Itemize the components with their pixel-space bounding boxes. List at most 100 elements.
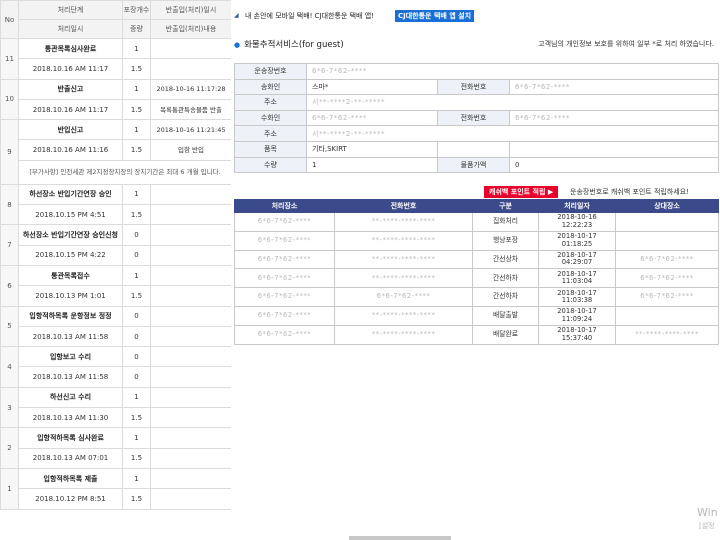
customs-history-table: No 처리단계 포장개수 반출입(처리)일시 처리일시 중량 반출입(처리)내용… [0,0,231,510]
history-count: 1 [122,119,151,141]
cashback-button[interactable]: 캐쉬백 포인트 적립 ▶ [484,186,559,198]
track-place: 6*6-7*62-**** [234,287,335,307]
history-no: 10 [0,78,19,121]
cod-value: 0 [508,156,720,174]
item-label: 품목 [234,140,307,158]
history-step: 하선장소 반입기간연장 승인신청 [18,224,123,246]
track-phone: **-****-****-**** [334,249,473,270]
history-note: [부가사항] 인천세관 제2지정장치장의 장치기간은 최대 6 개월 입니다. [18,159,231,185]
track-date-time: 12:22:23 [561,220,593,229]
history-row: 2018.10.16 AM 11:17 1.5 [1,58,231,80]
history-weight: 1.5 [122,139,151,161]
history-release-content: 입항 반입 [150,139,231,161]
track-row: 6*6-7*62-**** **-****-****-**** 간선하차 2018-1… [234,268,719,289]
app-install-button[interactable]: CJ대한통운 택배 앱 설치 [395,10,475,22]
history-release-content [150,447,231,469]
history-step: 입항적하목록 운항정보 정정 [18,305,123,327]
history-row: 2018.10.15 PM 4:51 1.5 [1,204,231,226]
history-release-content [150,285,231,307]
track-row: 6*6-7*62-**** **-****-****-**** 간선상차 2018-1… [234,249,719,270]
receiver-address-label: 주소 [234,125,307,142]
col-package-count: 포장개수 [122,0,151,20]
track-place: 6*6-7*62-**** [234,324,335,345]
history-weight: 1.5 [122,488,151,510]
customs-history-body: 11 통관목록심사완료 1 2018.10.16 AM 11:17 1.5 10 반출신고 1… [0,37,231,510]
track-date: 2018-10-16 12:22:23 [538,212,616,232]
tracking-table: 처리장소 전화번호 구분 처리일자 상대장소 6*6-7*62-**** **-****-… [234,199,719,345]
track-place: 6*6-7*62-**** [234,249,335,270]
history-release-content [150,244,231,266]
track-phone: **-****-****-**** [334,230,473,251]
track-date-time: 15:37:40 [561,333,593,342]
receiver-label: 수화인 [234,109,307,127]
activation-watermark: Win [697,506,718,519]
invoice-label: 운송장번호 [234,63,307,80]
track-date-time: 11:03:04 [561,277,593,286]
history-datetime: 2018.10.12 PM 8:51 [18,488,123,510]
col-process-step: 처리단계 [18,0,123,20]
receiver-phone-value: 6*6-7*62-**** [508,109,720,127]
sender-address-label: 주소 [234,94,307,111]
receiver-value: 6*6-7*62-**** [306,109,438,127]
qty-value: 1 [306,156,438,174]
history-count: 1 [122,386,151,409]
history-row: 2018.10.13 AM 11:58 0 [1,325,231,348]
history-row: 9 반입신고 1 2018-10-16 11:21:45 [0,119,231,185]
history-datetime: 2018.10.16 AM 11:17 [18,98,123,121]
track-phone: **-****-****-**** [334,324,473,345]
horizontal-scrollbar[interactable] [349,536,451,540]
track-row: 6*6-7*62-**** **-****-****-**** 집화처리 2018-1… [234,212,719,232]
history-release-content [150,488,231,510]
item-empty-2 [508,140,720,158]
item-empty [437,140,510,158]
track-other [615,230,719,251]
history-row: 3 하선신고 수리 1 [0,386,231,429]
history-release-datetime: 2018-10-16 11:21:45 [150,119,231,141]
cashback-points: 캐쉬백 포인트 적립 ▶ 운송장번호로 캐쉬백 포인트 적립하세요! [484,186,718,198]
history-step: 입항적하목록 심사완료 [18,427,123,449]
history-row: 2018.10.13 AM 11:58 0 [1,366,231,388]
history-count: 1 [122,467,151,490]
sender-label: 송화인 [234,78,307,96]
qty-label: 수량 [234,156,307,174]
track-row: 6*6-7*62-**** **-****-****-**** 행낭포장 2018-1… [234,230,719,251]
history-step: 하선신고 수리 [18,386,123,409]
track-kind: 배달출발 [472,305,539,326]
history-row: 2018.10.16 AM 11:16 1.5 입항 반입 [1,139,231,161]
track-kind: 간선하차 [472,287,539,307]
history-release-datetime [150,37,231,60]
history-release-datetime [150,427,231,449]
customs-history-panel: No 처리단계 포장개수 반출입(처리)일시 처리일시 중량 반출입(처리)내용… [0,0,231,540]
history-weight: 0 [122,325,151,348]
col-weight: 중량 [122,19,151,39]
track-date-time: 01:18:25 [561,239,593,248]
history-row: 7 하선장소 반입기간연장 승인신청 0 [0,224,231,266]
track-date: 2018-10-17 15:37:40 [538,324,616,345]
history-weight: 0 [122,244,151,266]
history-weight: 1.5 [122,407,151,429]
track-date-time: 11:09:24 [561,314,593,323]
sender-phone-label: 전화번호 [437,78,510,96]
track-phone: **-****-****-**** [334,268,473,289]
history-step: 통관목록접수 [18,264,123,287]
history-weight: 1.5 [122,98,151,121]
history-release-datetime [150,264,231,287]
history-no: 3 [0,386,19,429]
history-row: 11 통관목록심사완료 1 [0,37,231,80]
history-count: 1 [122,37,151,60]
history-row: 2018.10.13 AM 07:01 1.5 [1,447,231,469]
track-kind: 간선상차 [472,249,539,270]
history-datetime: 2018.10.13 AM 11:58 [18,325,123,348]
track-header: 전화번호 [334,199,473,213]
track-other: 6*6-7*62-**** [615,287,719,307]
history-release-datetime [150,467,231,490]
track-place: 6*6-7*62-**** [234,268,335,289]
service-title: ● 화물추적서비스(for guest) [234,38,344,50]
history-row: 2018.10.16 AM 11:17 1.5 목록통관특송물품 반출 [1,98,231,121]
history-row: 8 하선장소 반입기간연장 승인 1 [0,183,231,226]
track-header: 처리장소 [234,199,335,213]
track-phone: **-****-****-**** [334,212,473,232]
history-weight: 1.5 [122,204,151,226]
history-row: 1 입항적하목록 제출 1 [0,467,231,510]
sender-value: 스마* [306,78,438,96]
